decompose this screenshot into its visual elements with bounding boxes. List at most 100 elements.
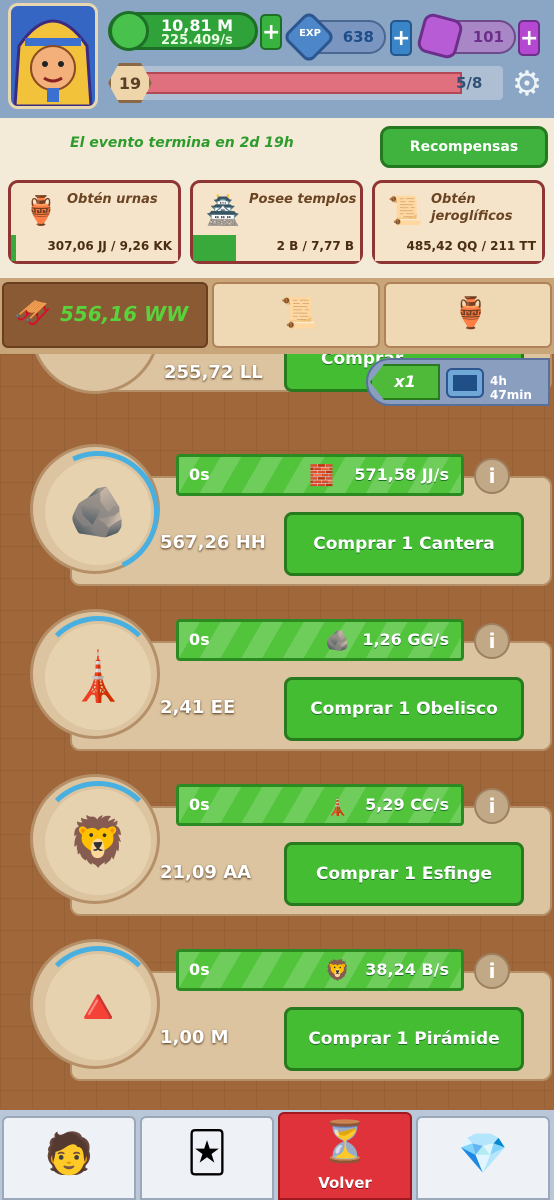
quest-progress-value: 307,06 JJ / 9,26 KK <box>47 239 172 253</box>
quest-progress: 307,06 JJ / 9,26 KK <box>11 235 178 261</box>
production-time: 0s <box>189 465 210 484</box>
production-rate: 38,24 B/s <box>365 960 449 979</box>
quest-title: Obtén jeroglíficos <box>431 192 513 224</box>
producer-cost: 2,41 EE <box>160 697 236 718</box>
production-rate: 571,58 JJ/s <box>354 465 449 484</box>
producer-cost: 1,00 M <box>160 1027 229 1048</box>
level-progress: 5/8 <box>456 74 483 92</box>
quest-title: Obtén urnas <box>67 192 158 207</box>
producer-cost: 21,09 AA <box>160 862 252 883</box>
money-counter: 10,81 M 225.409/s <box>108 11 258 51</box>
bottom-nav: 🧑 🃏 ⏳ Volver 💎 <box>0 1110 554 1200</box>
quest-progress-value: 485,42 QQ / 211 TT <box>406 239 537 253</box>
urn-icon: 🏺 <box>23 194 59 227</box>
production-progress-ring <box>37 946 159 1068</box>
hieroglyph-tablet-icon: 📜 <box>387 194 423 227</box>
hourglass-icon: ⏳ <box>320 1119 370 1165</box>
production-bar: 0s 🪨 1,26 GG/s <box>176 619 464 661</box>
add-gems-button[interactable]: + <box>518 20 540 56</box>
quest-card-urns[interactable]: 🏺 Obtén urnas 307,06 JJ / 9,26 KK <box>8 180 181 264</box>
quest-card-hieroglyphs[interactable]: 📜 Obtén jeroglíficos 485,42 QQ / 211 TT <box>372 180 545 264</box>
exp-label: EXP <box>299 28 321 39</box>
quest-progress-value: 2 B / 7,77 B <box>276 239 354 253</box>
quest-progress: 485,42 QQ / 211 TT <box>375 235 542 261</box>
player-icon <box>109 11 149 51</box>
buy-cantera-button[interactable]: Comprar 1 Cantera <box>284 512 524 576</box>
tab-urns[interactable]: 🏺 <box>384 282 552 348</box>
producer-cost: 567,26 HH <box>160 532 266 553</box>
buy-obelisco-button[interactable]: Comprar 1 Obelisco <box>284 677 524 741</box>
buy-piramide-button[interactable]: Comprar 1 Pirámide <box>284 1007 524 1071</box>
quarry-icon: 🪨 <box>325 628 350 652</box>
level-bar-fill <box>142 72 462 94</box>
nav-managers[interactable]: 🧑 <box>2 1116 136 1200</box>
tab-hieroglyphs[interactable]: 📜 <box>212 282 380 348</box>
stone-block-icon: 🧱 <box>309 463 334 487</box>
gem-icon <box>415 11 465 61</box>
quest-card-temples[interactable]: 🏯 Posee templos 2 B / 7,77 B <box>190 180 363 264</box>
producer-cost: 255,72 LL <box>164 362 263 383</box>
producer-row-piramide: 🔺 0s 🦁 38,24 B/s i 1,00 M Comprar 1 Pirá… <box>30 939 552 1089</box>
player-avatar[interactable] <box>8 3 98 109</box>
info-button[interactable]: i <box>474 458 510 494</box>
producer-circle[interactable]: 🗼 <box>30 609 160 739</box>
gear-icon[interactable]: ⚙ <box>509 66 545 102</box>
quest-progress: 2 B / 7,77 B <box>193 235 360 261</box>
resource-tabs: 🛷 556,16 WW 📜 🏺 <box>0 278 554 354</box>
rewards-button[interactable]: Recompensas <box>380 126 548 168</box>
production-time: 0s <box>189 960 210 979</box>
quest-title: Posee templos <box>249 192 357 207</box>
nav-cards[interactable]: 🃏 <box>140 1116 274 1200</box>
gem-counter: 101 <box>415 11 516 61</box>
production-time: 0s <box>189 630 210 649</box>
event-panel: El evento termina en 2d 19h Recompensas … <box>0 118 554 280</box>
exp-value: 638 <box>342 28 374 46</box>
production-progress-ring <box>37 781 159 903</box>
back-label: Volver <box>318 1174 372 1192</box>
sphinx-icon: 🦁 <box>325 958 350 982</box>
production-rate: 5,29 CC/s <box>365 795 449 814</box>
production-progress-ring <box>37 616 159 738</box>
producer-circle[interactable]: 🦁 <box>30 774 160 904</box>
producer-circle[interactable]: 🪨 <box>19 433 177 591</box>
exp-counter: EXP 638 <box>282 10 386 64</box>
multiplier-panel: x1 4h 47min <box>366 358 550 406</box>
resource-value: 556,16 WW <box>60 302 189 326</box>
event-timer-text: El evento termina en 2d 19h <box>70 135 294 151</box>
level-bar <box>118 66 503 100</box>
nav-back[interactable]: ⏳ Volver <box>278 1112 412 1200</box>
urn-icon: 🏺 <box>452 296 490 331</box>
info-button[interactable]: i <box>474 953 510 989</box>
producer-row-esfinge: 🦁 0s 🗼 5,29 CC/s i 21,09 AA Comprar 1 Es… <box>30 774 552 924</box>
cards-icon: 🃏 <box>186 1130 228 1176</box>
temple-icon: 🏯 <box>205 194 241 227</box>
production-bar: 0s 🦁 38,24 B/s <box>176 949 464 991</box>
manager-icon: 🧑 <box>44 1131 94 1177</box>
hieroglyph-tablet-icon: 📜 <box>280 296 318 331</box>
producer-row-cantera: 🪨 0s 🧱 571,58 JJ/s i 567,26 HH Comprar 1… <box>19 433 552 594</box>
gem-value: 101 <box>472 28 504 46</box>
nav-shop[interactable]: 💎 <box>416 1116 550 1200</box>
producer-circle[interactable]: 🔺 <box>30 939 160 1069</box>
add-money-button[interactable]: + <box>260 14 282 50</box>
money-rate: 225.409/s <box>161 33 233 48</box>
cart-icon: 🛷 <box>14 296 52 331</box>
production-rate: 1,26 GG/s <box>362 630 449 649</box>
production-bar: 0s 🗼 5,29 CC/s <box>176 784 464 826</box>
producer-list[interactable]: 255,72 LL Comprar 🪨 0s 🧱 571,58 JJ/s i 5… <box>0 354 554 1110</box>
quest-progress-fill <box>193 235 237 261</box>
boost-device-icon[interactable] <box>446 368 484 398</box>
quest-progress-fill <box>11 235 16 261</box>
multiplier-button[interactable]: x1 <box>370 364 440 400</box>
production-time: 0s <box>189 795 210 814</box>
buy-esfinge-button[interactable]: Comprar 1 Esfinge <box>284 842 524 906</box>
gem-box-icon: 💎 <box>458 1131 508 1177</box>
add-exp-button[interactable]: + <box>390 20 412 56</box>
info-button[interactable]: i <box>474 623 510 659</box>
top-bar: 10,81 M 225.409/s + EXP 638 + 101 + 19 5… <box>0 0 554 118</box>
obelisk-icon: 🗼 <box>325 793 350 817</box>
info-button[interactable]: i <box>474 788 510 824</box>
tab-resources[interactable]: 🛷 556,16 WW <box>2 282 208 348</box>
boost-timer: 4h 47min <box>490 374 532 402</box>
production-bar: 0s 🧱 571,58 JJ/s <box>176 454 464 496</box>
